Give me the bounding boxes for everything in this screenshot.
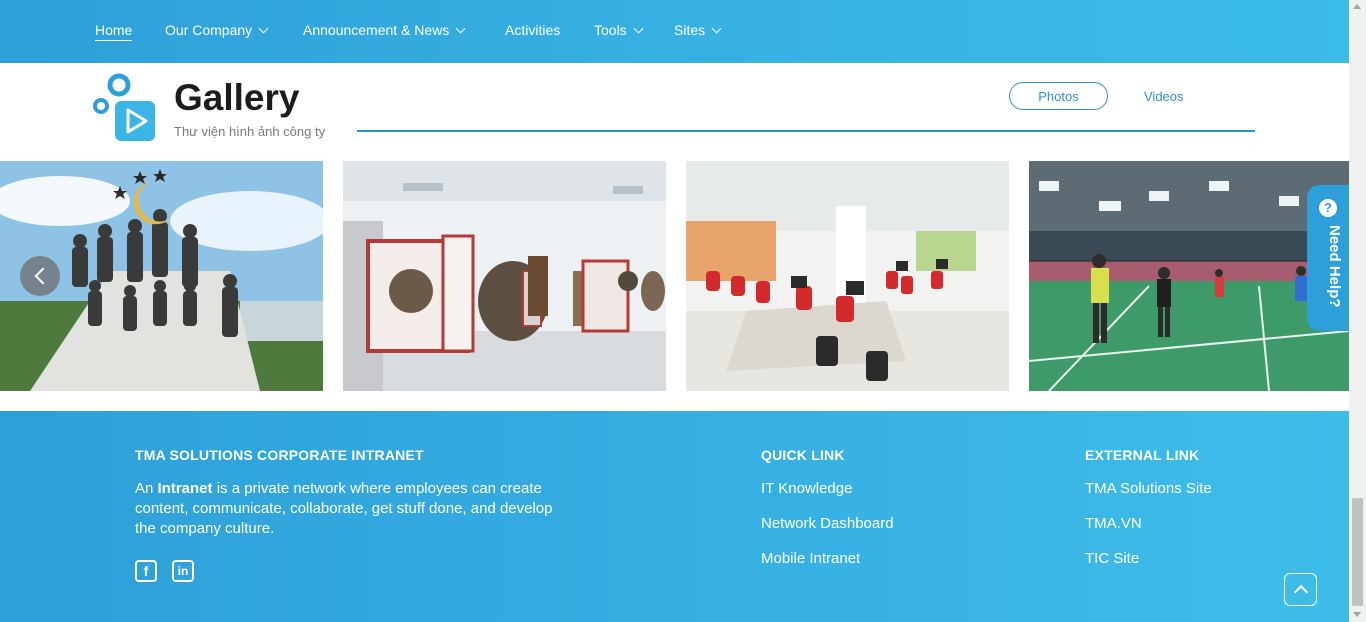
- chevron-down-icon: [258, 23, 269, 34]
- top-navigation: Home Our Company Announcement & News Act…: [0, 0, 1349, 63]
- nav-home-label: Home: [95, 22, 133, 38]
- nav-our-company-label: Our Company: [165, 22, 253, 38]
- scroll-up-arrow-icon[interactable]: [1353, 4, 1361, 9]
- carousel-prev-button[interactable]: [20, 256, 60, 296]
- nav-activities-label: Activities: [505, 22, 561, 38]
- gallery-photo-office[interactable]: [686, 161, 1009, 391]
- nav-announcement-label: Announcement & News: [303, 22, 450, 38]
- linkedin-icon[interactable]: in: [172, 560, 194, 582]
- link-mobile-intranet[interactable]: Mobile Intranet: [761, 550, 860, 567]
- facebook-icon[interactable]: f: [135, 560, 157, 582]
- question-icon: ?: [1319, 199, 1337, 217]
- gallery-title: Gallery: [174, 77, 300, 118]
- nav-tools[interactable]: Tools: [594, 22, 644, 38]
- gallery-photo-badminton[interactable]: [1029, 161, 1349, 391]
- nav-tools-label: Tools: [594, 22, 627, 38]
- nav-our-company[interactable]: Our Company: [165, 22, 269, 38]
- link-tma-vn[interactable]: TMA.VN: [1085, 515, 1142, 532]
- about-prefix: An: [135, 480, 158, 497]
- link-network-dashboard[interactable]: Network Dashboard: [761, 515, 894, 532]
- footer-quick-link-heading: QUICK LINK: [761, 447, 845, 463]
- footer-external-link-heading: EXTERNAL LINK: [1085, 447, 1200, 463]
- vertical-scrollbar[interactable]: [1349, 0, 1366, 622]
- nav-sites-label: Sites: [674, 22, 706, 38]
- scrollbar-thumb[interactable]: [1352, 498, 1363, 606]
- linkedin-glyph: in: [177, 564, 189, 578]
- footer-about-heading: TMA SOLUTIONS CORPORATE INTRANET: [135, 447, 424, 463]
- nav-home[interactable]: Home: [95, 22, 133, 41]
- link-tma-solutions-site[interactable]: TMA Solutions Site: [1085, 480, 1212, 497]
- footer-about-description: An Intranet is a private network where e…: [135, 479, 575, 539]
- scroll-down-arrow-icon[interactable]: [1353, 612, 1361, 617]
- chevron-down-icon: [455, 23, 466, 34]
- scroll-to-top-button[interactable]: [1284, 573, 1317, 606]
- chevron-left-icon: [34, 267, 51, 285]
- facebook-glyph: f: [143, 563, 149, 579]
- nav-announcement-news[interactable]: Announcement & News: [303, 22, 466, 38]
- nav-activities[interactable]: Activities: [505, 22, 560, 38]
- tab-videos[interactable]: Videos: [1144, 89, 1184, 104]
- chevron-down-icon: [633, 23, 644, 34]
- chevron-up-icon: [1293, 584, 1308, 600]
- chevron-down-icon: [711, 23, 722, 34]
- gallery-divider: [357, 130, 1255, 132]
- need-help-label: Need Help?: [1326, 225, 1343, 308]
- tab-photos[interactable]: Photos: [1009, 82, 1108, 110]
- play-video-icon: [93, 73, 155, 141]
- need-help-tab[interactable]: ? Need Help?: [1307, 185, 1349, 331]
- gallery-photo-museum[interactable]: [343, 161, 666, 391]
- gallery-subtitle: Thư viện hình ảnh công ty: [174, 124, 326, 139]
- about-bold: Intranet: [157, 480, 213, 497]
- footer: TMA SOLUTIONS CORPORATE INTRANET An Intr…: [0, 411, 1349, 622]
- link-tic-site[interactable]: TIC Site: [1085, 550, 1139, 567]
- nav-sites[interactable]: Sites: [674, 22, 722, 38]
- link-it-knowledge[interactable]: IT Knowledge: [761, 480, 852, 497]
